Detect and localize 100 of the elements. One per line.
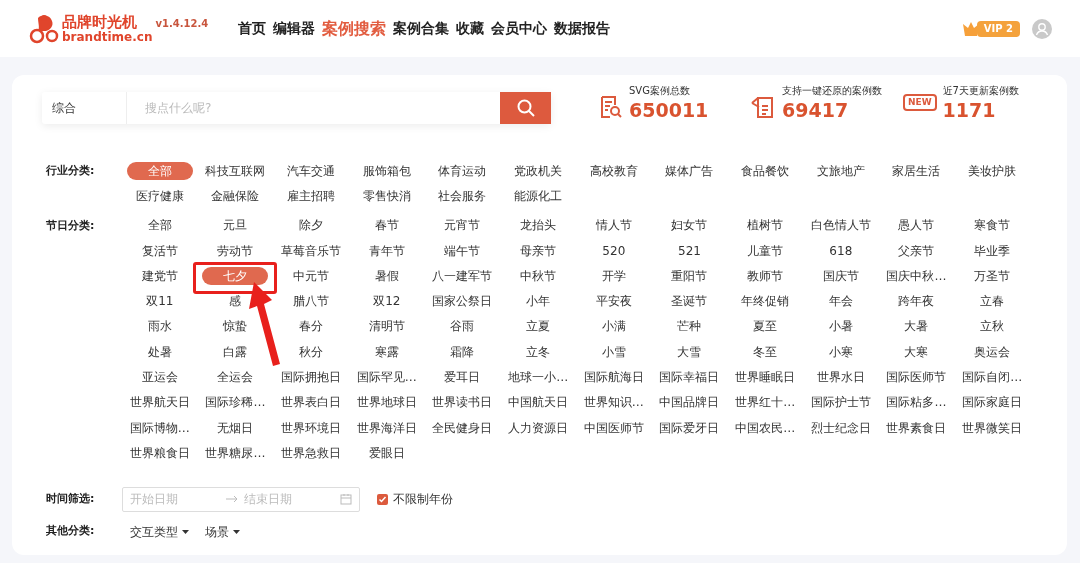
filter-tag[interactable]: 世界知识… <box>583 395 644 410</box>
filter-tag[interactable]: 中国医师节 <box>583 420 644 435</box>
dropdown-button[interactable]: 交互类型 <box>130 522 189 541</box>
filter-tag[interactable]: 世界表白日 <box>281 395 342 410</box>
filter-tag[interactable]: 国际航海日 <box>583 370 644 384</box>
filter-tag[interactable]: 惊蛰 <box>223 319 248 334</box>
search-field[interactable]: 搜点什么呢? <box>127 92 500 124</box>
filter-tag[interactable]: 植树节 <box>747 218 784 233</box>
filter-tag[interactable]: 无烟日 <box>217 420 254 435</box>
filter-tag[interactable]: 建党节 <box>141 268 178 283</box>
filter-tag[interactable]: 龙抬头 <box>520 218 557 233</box>
filter-tag[interactable]: 世界地球日 <box>356 395 417 410</box>
filter-tag[interactable]: 跨年夜 <box>898 294 935 309</box>
filter-tag[interactable]: 医疗健康 <box>135 188 184 203</box>
filter-tag[interactable]: 元旦 <box>223 218 248 233</box>
filter-tag[interactable]: 寒食节 <box>974 218 1011 233</box>
filter-tag[interactable]: 妇女节 <box>671 218 708 233</box>
filter-tag[interactable]: 大雪 <box>677 344 702 359</box>
filter-tag[interactable]: 高校教育 <box>589 163 638 178</box>
search-button[interactable] <box>500 92 551 124</box>
filter-tag[interactable]: 世界水日 <box>816 370 865 384</box>
search-scope[interactable]: 综合 <box>42 92 127 124</box>
filter-tag[interactable]: 服饰箱包 <box>362 163 411 178</box>
filter-tag[interactable]: 白露 <box>223 344 248 359</box>
filter-tag[interactable]: 国家公祭日 <box>432 294 493 309</box>
filter-tag[interactable]: 人力资源日 <box>508 420 569 435</box>
filter-tag[interactable]: 世界微笑日 <box>962 420 1023 435</box>
filter-tag[interactable]: 腊八节 <box>293 294 330 309</box>
filter-tag[interactable]: 小暑 <box>828 319 853 334</box>
filter-tag[interactable]: 国际拥抱日 <box>281 370 342 384</box>
filter-tag[interactable]: 重阳节 <box>671 268 708 283</box>
nav-link[interactable]: 会员中心 <box>491 18 548 39</box>
filter-tag[interactable]: 爱耳日 <box>444 370 481 384</box>
filter-tag[interactable]: 国庆节 <box>822 268 859 283</box>
filter-tag[interactable]: 草莓音乐节 <box>281 243 342 258</box>
filter-tag[interactable]: 小年 <box>526 294 551 309</box>
filter-tag[interactable]: 立春 <box>980 294 1005 309</box>
filter-tag[interactable]: 烈士纪念日 <box>810 420 871 435</box>
filter-tag[interactable]: 521 <box>678 243 701 258</box>
filter-tag[interactable]: 双12 <box>373 294 401 309</box>
filter-tag[interactable]: 感 <box>229 294 242 309</box>
filter-tag[interactable]: 社会服务 <box>438 188 487 203</box>
filter-tag[interactable]: 平安夜 <box>595 294 632 309</box>
filter-tag[interactable]: 中国品牌日 <box>659 395 720 410</box>
filter-tag[interactable]: 全运会 <box>217 370 254 384</box>
filter-tag[interactable]: 夏至 <box>753 319 778 334</box>
filter-tag[interactable]: 开学 <box>601 268 626 283</box>
filter-tag[interactable]: 春分 <box>299 319 324 334</box>
filter-tag[interactable]: 毕业季 <box>974 243 1011 258</box>
filter-tag[interactable]: 年终促销 <box>741 294 790 309</box>
filter-tag[interactable]: 儿童节 <box>747 243 784 258</box>
filter-tag[interactable]: 万圣节 <box>974 268 1011 283</box>
filter-tag[interactable]: 清明节 <box>368 319 405 334</box>
filter-tag[interactable]: 母亲节 <box>520 243 557 258</box>
filter-tag[interactable]: 国际家庭日 <box>962 395 1023 410</box>
filter-tag[interactable]: 暑假 <box>374 268 399 283</box>
dropdown-button[interactable]: 场景 <box>205 522 240 541</box>
filter-tag[interactable]: 国际幸福日 <box>659 370 720 384</box>
filter-tag[interactable]: 端午节 <box>444 243 481 258</box>
filter-tag[interactable]: 世界急救日 <box>281 445 342 460</box>
filter-tag[interactable]: 劳动节 <box>217 243 254 258</box>
filter-tag[interactable]: 情人节 <box>595 218 632 233</box>
filter-tag[interactable]: 汽车交通 <box>287 163 336 178</box>
filter-tag[interactable]: 中国农民… <box>735 420 796 435</box>
filter-tag[interactable]: 国际自闭… <box>962 370 1023 384</box>
filter-tag[interactable]: 寒露 <box>374 344 399 359</box>
filter-tag[interactable]: 科技互联网 <box>205 163 266 178</box>
filter-tag[interactable]: 全部 <box>147 218 172 233</box>
filter-tag[interactable]: 世界糖尿… <box>205 445 266 460</box>
filter-tag[interactable]: 小寒 <box>828 344 853 359</box>
filter-tag[interactable]: 元宵节 <box>444 218 481 233</box>
filter-tag[interactable]: 体育运动 <box>438 163 487 178</box>
filter-tag[interactable]: 家居生活 <box>892 163 941 178</box>
filter-tag[interactable]: 中秋节 <box>520 268 557 283</box>
filter-tag[interactable]: 奥运会 <box>974 344 1011 359</box>
filter-tag[interactable]: 能源化工 <box>514 188 563 203</box>
filter-tag[interactable]: 党政机关 <box>514 163 563 178</box>
nav-link[interactable]: 收藏 <box>456 18 485 39</box>
nav-link[interactable]: 案例搜索 <box>322 16 387 41</box>
filter-tag[interactable]: 教师节 <box>747 268 784 283</box>
filter-tag[interactable]: 复活节 <box>141 243 178 258</box>
filter-tag[interactable]: 世界粮食日 <box>129 445 190 460</box>
filter-tag[interactable]: 世界素食日 <box>886 420 947 435</box>
nav-link[interactable]: 案例合集 <box>393 18 450 39</box>
filter-tag[interactable]: 全民健身日 <box>432 420 493 435</box>
filter-tag[interactable]: 世界睡眠日 <box>735 370 796 384</box>
filter-tag[interactable]: 世界海洋日 <box>356 420 417 435</box>
filter-tag[interactable]: 世界读书日 <box>432 395 493 410</box>
filter-tag[interactable]: 秋分 <box>299 344 324 359</box>
filter-tag[interactable]: 谷雨 <box>450 319 475 334</box>
filter-tag[interactable]: 食品餐饮 <box>741 163 790 178</box>
filter-tag[interactable]: 世界航天日 <box>129 395 190 410</box>
filter-tag[interactable]: 媒体广告 <box>665 163 714 178</box>
filter-tag[interactable]: 零售快消 <box>362 188 411 203</box>
filter-tag[interactable]: 618 <box>829 243 853 258</box>
filter-tag[interactable]: 八一建军节 <box>432 268 493 283</box>
filter-tag[interactable]: 除夕 <box>299 218 324 233</box>
filter-tag[interactable]: 国际爱牙日 <box>659 420 720 435</box>
filter-tag[interactable]: 中国航天日 <box>508 395 569 410</box>
filter-tag[interactable]: 地球一小… <box>508 370 569 384</box>
